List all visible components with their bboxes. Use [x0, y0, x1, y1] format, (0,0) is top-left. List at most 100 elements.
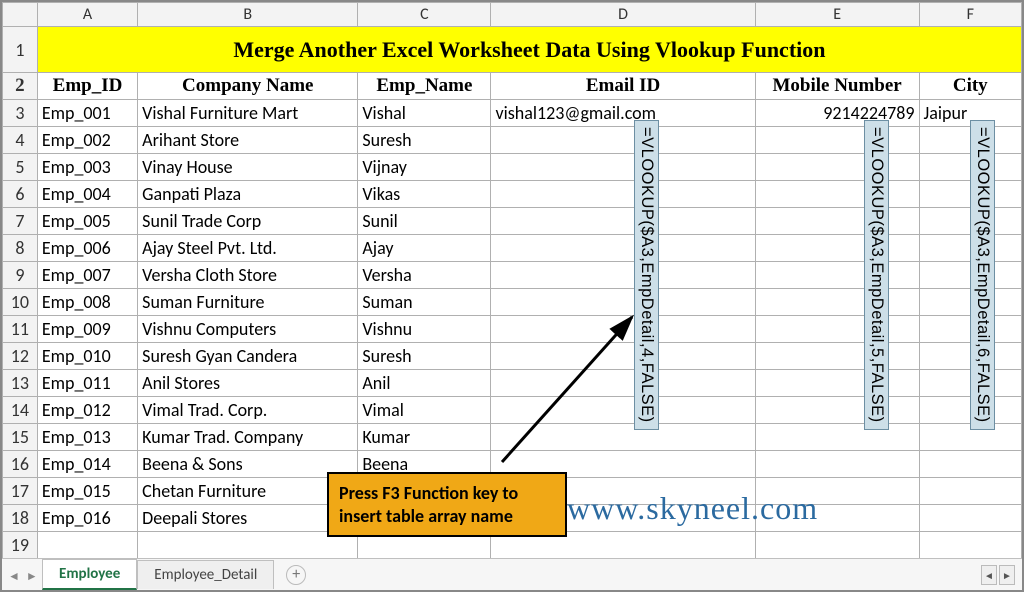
cell-company[interactable]: Vinay House: [138, 154, 358, 181]
cell-empname[interactable]: Vishal: [358, 100, 491, 127]
cell-mobile[interactable]: [755, 289, 919, 316]
cell-empid[interactable]: Emp_002: [37, 127, 137, 154]
cell-company[interactable]: Chetan Furniture: [138, 478, 358, 505]
cell-mobile[interactable]: [755, 370, 919, 397]
col-header-F[interactable]: F: [919, 3, 1021, 27]
cell-empname[interactable]: Suresh: [358, 343, 491, 370]
cell-city[interactable]: [919, 505, 1021, 532]
cell-city[interactable]: [919, 451, 1021, 478]
row-header[interactable]: 16: [3, 451, 38, 478]
cell-empid[interactable]: Emp_013: [37, 424, 137, 451]
cell-empname[interactable]: Suresh: [358, 127, 491, 154]
cell-mobile[interactable]: [755, 127, 919, 154]
cell-email[interactable]: vishal123@gmail.com: [491, 100, 755, 127]
header-mobile[interactable]: Mobile Number: [755, 73, 919, 100]
row-header[interactable]: 9: [3, 262, 38, 289]
cell-empid[interactable]: Emp_006: [37, 235, 137, 262]
cell-company[interactable]: Beena & Sons: [138, 451, 358, 478]
cell[interactable]: [755, 532, 919, 559]
cell-empid[interactable]: Emp_008: [37, 289, 137, 316]
cell-empid[interactable]: Emp_012: [37, 397, 137, 424]
cell-email[interactable]: [491, 235, 755, 262]
row-header[interactable]: 3: [3, 100, 38, 127]
sheet-tab-employee[interactable]: Employee: [42, 559, 137, 590]
cell-mobile[interactable]: [755, 235, 919, 262]
cell-empname[interactable]: Anil: [358, 370, 491, 397]
row-header[interactable]: 15: [3, 424, 38, 451]
col-header-C[interactable]: C: [358, 3, 491, 27]
row-header[interactable]: 11: [3, 316, 38, 343]
new-sheet-button[interactable]: +: [286, 565, 306, 585]
cell-company[interactable]: Versha Cloth Store: [138, 262, 358, 289]
row-header[interactable]: 7: [3, 208, 38, 235]
cell-empname[interactable]: Ajay: [358, 235, 491, 262]
cell-company[interactable]: Vimal Trad. Corp.: [138, 397, 358, 424]
cell-empname[interactable]: Kumar: [358, 424, 491, 451]
cell-empid[interactable]: Emp_010: [37, 343, 137, 370]
header-email[interactable]: Email ID: [491, 73, 755, 100]
column-header-row[interactable]: A B C D E F: [3, 3, 1022, 27]
cell-city[interactable]: [919, 478, 1021, 505]
cell-empid[interactable]: Emp_004: [37, 181, 137, 208]
cell[interactable]: [919, 532, 1021, 559]
cell-company[interactable]: Vishnu Computers: [138, 316, 358, 343]
cell-empid[interactable]: Emp_001: [37, 100, 137, 127]
cell-company[interactable]: Anil Stores: [138, 370, 358, 397]
cell-email[interactable]: [491, 262, 755, 289]
cell-email[interactable]: [491, 208, 755, 235]
header-empid[interactable]: Emp_ID: [37, 73, 137, 100]
row-header[interactable]: 13: [3, 370, 38, 397]
cell-empid[interactable]: Emp_009: [37, 316, 137, 343]
cell-email[interactable]: [491, 370, 755, 397]
cell[interactable]: [138, 532, 358, 559]
cell-company[interactable]: Kumar Trad. Company: [138, 424, 358, 451]
sheet-tab-employee-detail[interactable]: Employee_Detail: [137, 560, 274, 589]
cell-company[interactable]: Deepali Stores: [138, 505, 358, 532]
cell-email[interactable]: [491, 424, 755, 451]
col-header-B[interactable]: B: [138, 3, 358, 27]
cell-email[interactable]: [491, 289, 755, 316]
cell-email[interactable]: [491, 343, 755, 370]
row-header[interactable]: 2: [3, 73, 38, 100]
cell-mobile[interactable]: [755, 262, 919, 289]
cell-empid[interactable]: Emp_003: [37, 154, 137, 181]
cell-mobile[interactable]: [755, 154, 919, 181]
cell-empid[interactable]: Emp_007: [37, 262, 137, 289]
cell-mobile[interactable]: [755, 451, 919, 478]
sheet-title[interactable]: Merge Another Excel Worksheet Data Using…: [37, 27, 1021, 73]
scroll-left-icon[interactable]: ◄: [981, 565, 997, 585]
cell-empname[interactable]: Sunil: [358, 208, 491, 235]
cell-empname[interactable]: Vishnu: [358, 316, 491, 343]
row-header[interactable]: 4: [3, 127, 38, 154]
cell-company[interactable]: Ajay Steel Pvt. Ltd.: [138, 235, 358, 262]
cell-empid[interactable]: Emp_005: [37, 208, 137, 235]
cell-empid[interactable]: Emp_014: [37, 451, 137, 478]
select-all-corner[interactable]: [3, 3, 38, 27]
col-header-A[interactable]: A: [37, 3, 137, 27]
row-header[interactable]: 12: [3, 343, 38, 370]
row-header[interactable]: 14: [3, 397, 38, 424]
header-empname[interactable]: Emp_Name: [358, 73, 491, 100]
cell-empname[interactable]: Suman: [358, 289, 491, 316]
cell-email[interactable]: [491, 181, 755, 208]
cell-mobile[interactable]: 9214224789: [755, 100, 919, 127]
cell-email[interactable]: [491, 154, 755, 181]
cell-company[interactable]: Suman Furniture: [138, 289, 358, 316]
row-header[interactable]: 19: [3, 532, 38, 559]
cell-mobile[interactable]: [755, 343, 919, 370]
row-header[interactable]: 8: [3, 235, 38, 262]
row-header[interactable]: 18: [3, 505, 38, 532]
cell-email[interactable]: [491, 397, 755, 424]
cell-empname[interactable]: Versha: [358, 262, 491, 289]
cell-company[interactable]: Ganpati Plaza: [138, 181, 358, 208]
cell-empid[interactable]: Emp_015: [37, 478, 137, 505]
cell-mobile[interactable]: [755, 208, 919, 235]
tab-nav-next-icon[interactable]: ►: [26, 569, 38, 584]
cell-company[interactable]: Suresh Gyan Candera: [138, 343, 358, 370]
row-header[interactable]: 6: [3, 181, 38, 208]
cell-mobile[interactable]: [755, 397, 919, 424]
cell-empname[interactable]: Vijnay: [358, 154, 491, 181]
cell-mobile[interactable]: [755, 316, 919, 343]
cell-email[interactable]: [491, 316, 755, 343]
cell-mobile[interactable]: [755, 424, 919, 451]
